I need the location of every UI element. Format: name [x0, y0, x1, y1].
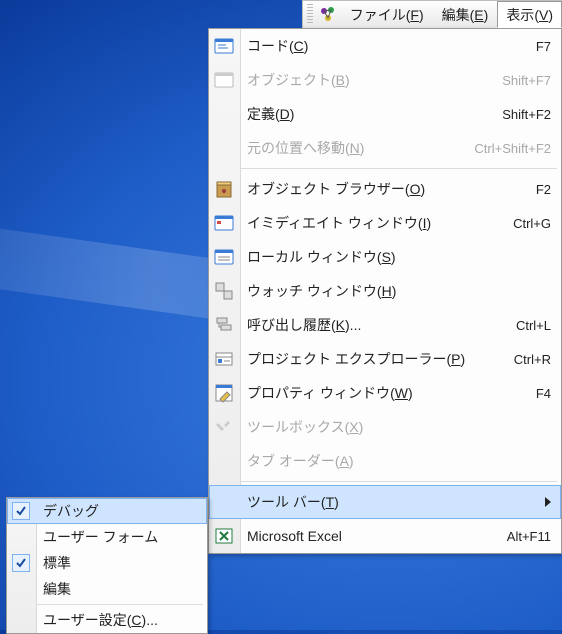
object-window-icon	[213, 69, 235, 91]
call-stack-icon	[213, 314, 235, 336]
menu-file[interactable]: ファイル(F)	[341, 1, 433, 28]
shortcut: F4	[536, 386, 551, 401]
check-icon	[12, 554, 30, 572]
shortcut: Shift+F7	[502, 73, 551, 88]
menuitem-object: オブジェクト(B) Shift+F7	[209, 63, 561, 97]
toolbox-icon	[213, 416, 235, 438]
watch-window-icon	[213, 280, 235, 302]
menuitem-toolbars[interactable]: ツール バー(T)	[209, 485, 561, 519]
properties-window-icon	[213, 382, 235, 404]
menuitem-toolbox: ツールボックス(X)	[209, 410, 561, 444]
toolbars-submenu: デバッグ ユーザー フォーム 標準 編集 ユーザー設定(C)...	[6, 497, 208, 634]
menuitem-immediate-window[interactable]: イミディエイト ウィンドウ(I) Ctrl+G	[209, 206, 561, 240]
vba-app-icon	[319, 6, 337, 24]
menu-file-label: ファイル	[350, 7, 406, 23]
check-icon	[12, 502, 30, 520]
menuitem-tab-order: タブ オーダー(A)	[209, 444, 561, 478]
excel-icon	[213, 525, 235, 547]
menu-edit[interactable]: 編集(E)	[433, 1, 498, 28]
menuitem-project-explorer[interactable]: プロジェクト エクスプローラー(P) Ctrl+R	[209, 342, 561, 376]
separator	[241, 168, 557, 169]
project-explorer-icon	[213, 348, 235, 370]
menu-view-label: 表示	[506, 7, 534, 23]
subitem-debug[interactable]: デバッグ	[7, 498, 207, 524]
separator	[37, 604, 203, 605]
separator	[241, 481, 557, 482]
menuitem-definition[interactable]: 定義(D) Shift+F2	[209, 97, 561, 131]
menuitem-locals-window[interactable]: ローカル ウィンドウ(S)	[209, 240, 561, 274]
subitem-standard[interactable]: 標準	[7, 550, 207, 576]
code-window-icon	[213, 35, 235, 57]
subitem-userform[interactable]: ユーザー フォーム	[7, 524, 207, 550]
shortcut: Shift+F2	[502, 107, 551, 122]
shortcut: F7	[536, 39, 551, 54]
subitem-customize[interactable]: ユーザー設定(C)...	[7, 607, 207, 633]
object-browser-icon	[213, 178, 235, 200]
submenu-arrow-icon	[545, 497, 551, 507]
shortcut: Alt+F11	[507, 529, 551, 544]
menuitem-code[interactable]: コード(C) F7	[209, 29, 561, 63]
toolbar-grip[interactable]	[307, 4, 313, 25]
menuitem-object-browser[interactable]: オブジェクト ブラウザー(O) F2	[209, 172, 561, 206]
menu-edit-label: 編集	[442, 7, 470, 23]
subitem-edit[interactable]: 編集	[7, 576, 207, 602]
menuitem-call-stack[interactable]: 呼び出し履歴(K)... Ctrl+L	[209, 308, 561, 342]
shortcut: Ctrl+L	[516, 318, 551, 333]
menuitem-last-position: 元の位置へ移動(N) Ctrl+Shift+F2	[209, 131, 561, 165]
shortcut: Ctrl+Shift+F2	[474, 141, 551, 156]
immediate-window-icon	[213, 212, 235, 234]
menubar: ファイル(F) 編集(E) 表示(V)	[302, 0, 562, 29]
view-dropdown: コード(C) F7 オブジェクト(B) Shift+F7 定義(D) Shift…	[208, 28, 562, 554]
menuitem-watch-window[interactable]: ウォッチ ウィンドウ(H)	[209, 274, 561, 308]
menu-view[interactable]: 表示(V)	[497, 1, 562, 28]
shortcut: F2	[536, 182, 551, 197]
locals-window-icon	[213, 246, 235, 268]
shortcut: Ctrl+R	[514, 352, 551, 367]
menuitem-microsoft-excel[interactable]: Microsoft Excel Alt+F11	[209, 519, 561, 553]
shortcut: Ctrl+G	[513, 216, 551, 231]
menuitem-properties-window[interactable]: プロパティ ウィンドウ(W) F4	[209, 376, 561, 410]
